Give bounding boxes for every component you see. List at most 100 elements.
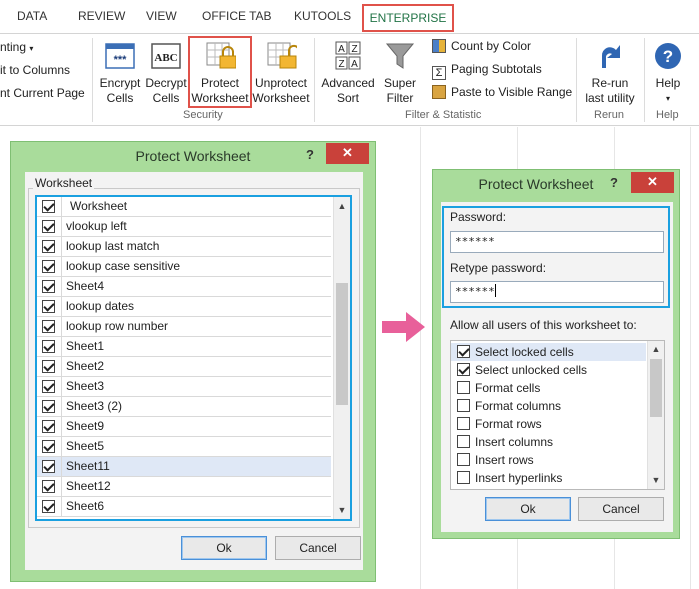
- list-item-label: Format rows: [475, 417, 542, 431]
- encrypt-cells-button[interactable]: *** Encrypt Cells: [96, 40, 144, 106]
- tab-view[interactable]: VIEW: [146, 9, 177, 23]
- list-item[interactable]: Format rows: [451, 415, 646, 433]
- help-label: Help: [655, 76, 681, 90]
- list-item[interactable]: Format cells: [451, 379, 646, 397]
- permission-list-scrollbar[interactable]: ▲ ▼: [647, 341, 664, 489]
- cell-divider: [61, 377, 62, 397]
- password-field[interactable]: ******: [450, 231, 664, 253]
- help-question-icon: ?: [652, 40, 684, 72]
- decrypt-cells-button[interactable]: ABC Decrypt Cells: [143, 40, 189, 106]
- checkbox[interactable]: [42, 200, 55, 213]
- ok-button[interactable]: Ok: [181, 536, 267, 560]
- scroll-down-icon[interactable]: ▼: [648, 475, 664, 485]
- worksheet-list[interactable]: Worksheet vlookup left lookup last match lo…: [35, 195, 352, 521]
- checkbox[interactable]: [42, 280, 55, 293]
- svg-text:A: A: [351, 59, 358, 70]
- protect-worksheet-button[interactable]: Protect Worksheet: [190, 40, 250, 106]
- list-item[interactable]: Insert rows: [451, 451, 646, 469]
- tab-enterprise[interactable]: ENTERPRISE: [362, 4, 454, 32]
- group-label-security: Security: [183, 109, 223, 121]
- checkbox[interactable]: [42, 260, 55, 273]
- scrollbar-thumb[interactable]: [650, 359, 662, 417]
- list-item-label: lookup last match: [66, 239, 160, 253]
- tab-data[interactable]: DATA: [17, 9, 47, 23]
- cancel-button[interactable]: Cancel: [578, 497, 664, 521]
- checkbox[interactable]: [42, 440, 55, 453]
- checkbox[interactable]: [457, 471, 470, 484]
- list-item[interactable]: Worksheet: [37, 197, 331, 217]
- checkbox[interactable]: [42, 460, 55, 473]
- retype-password-field[interactable]: ******: [450, 281, 664, 303]
- rerun-last-utility-button[interactable]: Re-run last utility: [580, 40, 640, 106]
- checkbox[interactable]: [42, 340, 55, 353]
- close-icon[interactable]: ✕: [631, 172, 674, 193]
- checkbox[interactable]: [42, 420, 55, 433]
- decrypt-label-1: Decrypt: [145, 76, 187, 90]
- tab-kutools[interactable]: KUTOOLS: [294, 9, 351, 23]
- list-item[interactable]: Sheet3 (2): [37, 397, 331, 417]
- scrollbar-thumb[interactable]: [336, 283, 348, 405]
- ribbon-item-partial-2[interactable]: it to Columns: [0, 63, 70, 77]
- list-item[interactable]: Select unlocked cells: [451, 361, 646, 379]
- worksheet-list-scrollbar[interactable]: ▲ ▼: [333, 197, 350, 519]
- checkbox[interactable]: [457, 363, 470, 376]
- list-item[interactable]: Format columns: [451, 397, 646, 415]
- list-item-label: Worksheet: [70, 199, 128, 213]
- list-item[interactable]: Select locked cells: [451, 343, 646, 361]
- permission-list[interactable]: Select locked cells Select unlocked cells…: [450, 340, 665, 490]
- list-item[interactable]: Sheet4: [37, 277, 331, 297]
- checkbox[interactable]: [42, 480, 55, 493]
- list-item[interactable]: Sheet11: [37, 457, 331, 477]
- list-item[interactable]: lookup case sensitive: [37, 257, 331, 277]
- list-item[interactable]: Sheet6: [37, 497, 331, 517]
- scroll-up-icon[interactable]: ▲: [648, 344, 664, 354]
- ribbon-item-partial-1[interactable]: nting ▾: [0, 40, 33, 54]
- list-item[interactable]: vlookup left: [37, 217, 331, 237]
- list-item[interactable]: Sheet12: [37, 477, 331, 497]
- paging-subtotals-button[interactable]: Σ Paging Subtotals: [432, 62, 542, 80]
- help-icon[interactable]: ?: [610, 175, 618, 190]
- group-separator: [644, 38, 645, 122]
- checkbox[interactable]: [42, 400, 55, 413]
- grid-line: [420, 127, 421, 589]
- help-button[interactable]: ? Help ▾: [648, 40, 688, 106]
- list-item[interactable]: Sheet9: [37, 417, 331, 437]
- scroll-down-icon[interactable]: ▼: [334, 505, 350, 515]
- paste-to-visible-range-button[interactable]: Paste to Visible Range: [432, 85, 572, 99]
- help-icon[interactable]: ?: [306, 147, 314, 162]
- scroll-up-icon[interactable]: ▲: [334, 201, 350, 211]
- checkbox[interactable]: [42, 320, 55, 333]
- checkbox[interactable]: [457, 399, 470, 412]
- list-item[interactable]: Sheet1: [37, 337, 331, 357]
- advanced-sort-button[interactable]: AZZA Advanced Sort: [318, 40, 378, 106]
- checkbox[interactable]: [42, 240, 55, 253]
- svg-text:Z: Z: [351, 44, 357, 55]
- checkbox[interactable]: [42, 500, 55, 513]
- checkbox[interactable]: [42, 360, 55, 373]
- list-item[interactable]: Insert columns: [451, 433, 646, 451]
- list-item[interactable]: Sheet5: [37, 437, 331, 457]
- list-item[interactable]: Insert hyperlinks: [451, 469, 646, 487]
- list-item[interactable]: Sheet2: [37, 357, 331, 377]
- cancel-button[interactable]: Cancel: [275, 536, 361, 560]
- list-item[interactable]: lookup last match: [37, 237, 331, 257]
- checkbox[interactable]: [457, 345, 470, 358]
- checkbox[interactable]: [457, 417, 470, 430]
- ribbon-item-partial-3[interactable]: nt Current Page: [0, 86, 85, 100]
- super-filter-button[interactable]: Super Filter: [378, 40, 422, 106]
- checkbox[interactable]: [457, 381, 470, 394]
- close-icon[interactable]: ✕: [326, 143, 369, 164]
- tab-office-tab[interactable]: OFFICE TAB: [202, 9, 272, 23]
- list-item[interactable]: lookup dates: [37, 297, 331, 317]
- tab-review[interactable]: REVIEW: [78, 9, 125, 23]
- checkbox[interactable]: [457, 435, 470, 448]
- list-item[interactable]: lookup row number: [37, 317, 331, 337]
- checkbox[interactable]: [42, 220, 55, 233]
- checkbox[interactable]: [42, 300, 55, 313]
- ok-button[interactable]: Ok: [485, 497, 571, 521]
- checkbox[interactable]: [42, 380, 55, 393]
- list-item[interactable]: Sheet3: [37, 377, 331, 397]
- checkbox[interactable]: [457, 453, 470, 466]
- unprotect-worksheet-button[interactable]: Unprotect Worksheet: [252, 40, 310, 106]
- count-by-color-button[interactable]: Count by Color: [432, 39, 531, 53]
